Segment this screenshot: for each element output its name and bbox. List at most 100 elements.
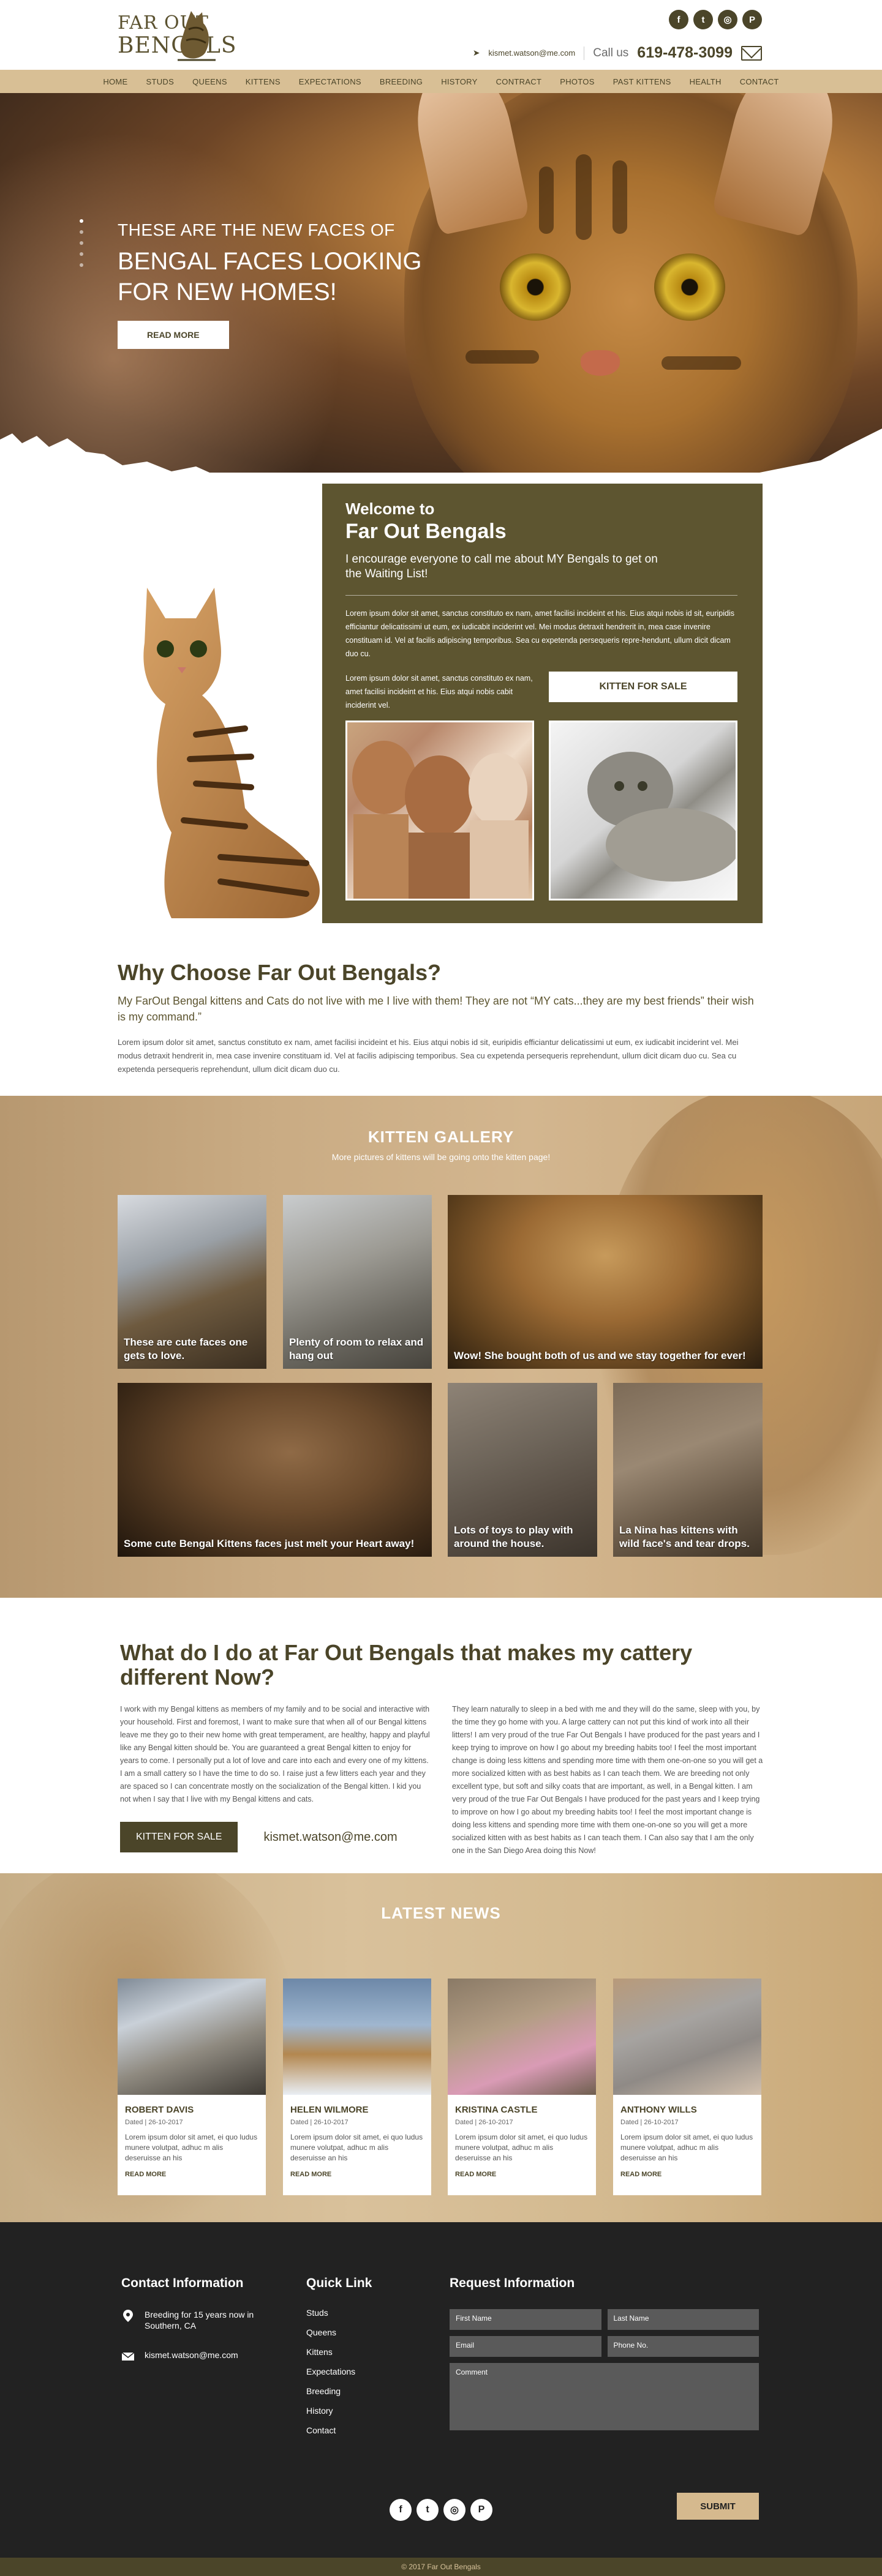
- facebook-icon[interactable]: f: [390, 2499, 412, 2521]
- footer-link-expectations[interactable]: Expectations: [306, 2367, 372, 2376]
- nav-contract[interactable]: Contract: [487, 77, 551, 86]
- nav-contact[interactable]: Contact: [731, 77, 788, 86]
- footer-link-kittens[interactable]: Kittens: [306, 2347, 372, 2357]
- envelope-icon: [121, 2352, 135, 2361]
- grey-kitten-photo[interactable]: [549, 721, 737, 900]
- news-excerpt: Lorem ipsum dolor sit amet, ei quo ludus…: [290, 2133, 423, 2162]
- email-field[interactable]: Email: [450, 2336, 601, 2357]
- pinterest-icon[interactable]: P: [742, 10, 762, 29]
- slider-dot[interactable]: [80, 230, 83, 234]
- slider-dot[interactable]: [80, 252, 83, 256]
- hero-title: Bengal faces looking for new homes!: [118, 248, 422, 305]
- nav-kittens[interactable]: Kittens: [236, 77, 290, 86]
- footer-link-contact[interactable]: Contact: [306, 2425, 372, 2435]
- read-more-button[interactable]: Read More: [118, 321, 229, 349]
- footer-links-title: Quick Link: [306, 2276, 372, 2290]
- gallery-caption: These are cute faces one gets to love.: [124, 1336, 248, 1361]
- about-title: What do I do at Far Out Bengals that mak…: [120, 1640, 693, 1690]
- footer-email-link[interactable]: kismet.watson@me.com: [145, 2349, 238, 2361]
- form-title: Request Information: [450, 2276, 575, 2290]
- read-more-link[interactable]: Read more: [620, 2171, 754, 2178]
- gallery-item[interactable]: Plenty of room to relax and hang out: [283, 1195, 432, 1369]
- about-text-right: They learn naturally to sleep in a bed w…: [452, 1705, 763, 1855]
- news-card[interactable]: Kristina Castle Dated | 26-10-2017 Lorem…: [448, 1979, 596, 2195]
- footer-link-breeding[interactable]: Breeding: [306, 2386, 372, 2396]
- gallery-caption: Plenty of room to relax and hang out: [289, 1336, 424, 1361]
- nav-home[interactable]: Home: [94, 77, 137, 86]
- gallery-item[interactable]: These are cute faces one gets to love.: [118, 1195, 266, 1369]
- nav-queens[interactable]: Queens: [183, 77, 236, 86]
- footer-contact: Contact Information Breeding for 15 year…: [121, 2276, 281, 2363]
- gallery-subtitle: More pictures of kittens will be going o…: [331, 1152, 551, 1162]
- welcome-panel: Welcome to Far Out Bengals I encourage e…: [322, 484, 763, 923]
- why-title: Why Choose Far Out Bengals?: [118, 960, 442, 985]
- nav-studs[interactable]: Studs: [137, 77, 184, 86]
- news-excerpt: Lorem ipsum dolor sit amet, ei quo ludus…: [125, 2133, 258, 2162]
- footer-link-queens[interactable]: Queens: [306, 2327, 372, 2337]
- kittens-photo[interactable]: [345, 721, 534, 900]
- news-date: Dated | 26-10-2017: [620, 2119, 679, 2126]
- slider-dot[interactable]: [80, 219, 83, 223]
- news-date: Dated | 26-10-2017: [455, 2119, 513, 2126]
- header-phone-link[interactable]: 619-478-3099: [637, 44, 733, 62]
- news-card[interactable]: Helen Wilmore Dated | 26-10-2017 Lorem i…: [283, 1979, 431, 2195]
- gallery-item[interactable]: La Nina has kittens with wild face's and…: [613, 1383, 763, 1557]
- envelope-icon[interactable]: [741, 45, 762, 61]
- news-title: Latest News: [381, 1904, 501, 1922]
- footer-contact-title: Contact Information: [121, 2276, 244, 2290]
- why-lead: My FarOut Bengal kittens and Cats do not…: [118, 995, 754, 1023]
- footer-quick-links: Quick Link Studs Queens Kittens Expectat…: [306, 2276, 372, 2445]
- nav-history[interactable]: History: [432, 77, 486, 86]
- gallery-item[interactable]: Some cute Bengal Kittens faces just melt…: [118, 1383, 432, 1557]
- news-author: Helen Wilmore: [290, 2105, 369, 2115]
- twitter-icon[interactable]: t: [693, 10, 713, 29]
- about-cattery-section: What do I do at Far Out Bengals that mak…: [120, 1641, 763, 1857]
- gallery-item[interactable]: Wow! She bought both of us and we stay t…: [448, 1195, 763, 1369]
- slider-dot[interactable]: [80, 241, 83, 245]
- read-more-link[interactable]: Read more: [455, 2171, 589, 2178]
- slider-dot[interactable]: [80, 263, 83, 267]
- instagram-icon[interactable]: ◎: [443, 2499, 466, 2521]
- footer-link-studs[interactable]: Studs: [306, 2308, 372, 2318]
- news-image: [613, 1979, 761, 2095]
- nav-health[interactable]: Health: [680, 77, 731, 86]
- about-email-link[interactable]: kismet.watson@me.com: [263, 1830, 397, 1844]
- nav-past-kittens[interactable]: Past Kittens: [604, 77, 680, 86]
- read-more-link[interactable]: Read more: [290, 2171, 424, 2178]
- gallery-item[interactable]: Lots of toys to play with around the hou…: [448, 1383, 597, 1557]
- nav-photos[interactable]: Photos: [551, 77, 603, 86]
- news-excerpt: Lorem ipsum dolor sit amet, ei quo ludus…: [620, 2133, 753, 2162]
- header-email-link[interactable]: kismet.watson@me.com: [488, 48, 575, 58]
- nav-breeding[interactable]: Breeding: [371, 77, 432, 86]
- phone-field[interactable]: Phone No.: [607, 2336, 759, 2357]
- logo-cat-icon: [178, 11, 216, 61]
- kitten-for-sale-button[interactable]: Kitten for sale: [120, 1822, 238, 1852]
- news-author: Anthony Wills: [620, 2105, 697, 2115]
- hero-subtitle: These are the new faces of: [118, 220, 395, 239]
- news-card[interactable]: Robert Davis Dated | 26-10-2017 Lorem ip…: [118, 1979, 266, 2195]
- nav-expectations[interactable]: Expectations: [290, 77, 371, 86]
- last-name-field[interactable]: Last Name: [607, 2309, 759, 2330]
- gallery-caption: Lots of toys to play with around the hou…: [454, 1524, 573, 1549]
- site-logo[interactable]: FAR OUT BENGALS: [116, 9, 236, 64]
- gallery-caption: Some cute Bengal Kittens faces just melt…: [124, 1538, 415, 1549]
- request-info-form: Request Information First Name Last Name…: [450, 2276, 759, 2520]
- first-name-field[interactable]: First Name: [450, 2309, 601, 2330]
- comment-field[interactable]: Comment: [450, 2363, 759, 2430]
- news-image: [448, 1979, 596, 2095]
- news-card[interactable]: Anthony Wills Dated | 26-10-2017 Lorem i…: [613, 1979, 761, 2195]
- sitting-kitten-image: [143, 588, 320, 918]
- facebook-icon[interactable]: f: [669, 10, 688, 29]
- news-author: Kristina Castle: [455, 2105, 538, 2115]
- news-date: Dated | 26-10-2017: [290, 2119, 349, 2126]
- instagram-icon[interactable]: ◎: [718, 10, 737, 29]
- kitten-for-sale-button[interactable]: Kitten for sale: [549, 672, 737, 702]
- header-social-icons: f t ◎ P: [669, 10, 762, 29]
- slider-dots: [80, 219, 83, 267]
- why-choose-section: Why Choose Far Out Bengals? My FarOut Be…: [118, 960, 755, 1076]
- twitter-icon[interactable]: t: [417, 2499, 439, 2521]
- news-image: [118, 1979, 266, 2095]
- read-more-link[interactable]: Read more: [125, 2171, 258, 2178]
- footer-link-history[interactable]: History: [306, 2406, 372, 2416]
- pinterest-icon[interactable]: P: [470, 2499, 492, 2521]
